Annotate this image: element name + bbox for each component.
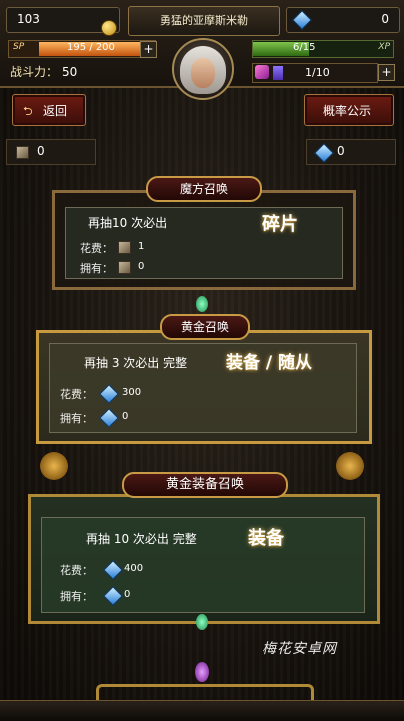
sp-bar: SP 195 / 200: [8, 40, 156, 58]
owned-label: 拥有：: [80, 262, 113, 275]
potion-icon: [255, 65, 269, 79]
gem-icon: [103, 560, 123, 580]
cost-label: 花费：: [80, 242, 113, 255]
card-body: 再抽10 次必出 碎片 花费： 1 拥有： 0: [65, 207, 343, 279]
owned-label: 拥有：: [60, 590, 93, 603]
card-body: 再抽 3 次必出 完整 装备 / 随从 花费： 300 拥有： 0: [49, 343, 357, 433]
potion-bar-fill: [273, 66, 283, 80]
cost-value: 1: [138, 241, 145, 252]
green-gem-ornament-icon: [196, 614, 208, 630]
owned-value: 0: [124, 589, 131, 600]
back-button[interactable]: ⮌ 返回: [12, 94, 86, 126]
owned-value: 0: [138, 261, 145, 272]
cube-icon: [118, 241, 131, 254]
gem-icon: [292, 10, 312, 30]
rates-disclosure-button[interactable]: 概率公示: [304, 94, 394, 126]
gold-equipment-summon-title: 黄金装备召唤: [122, 472, 288, 498]
right-ornament-icon: [336, 452, 364, 480]
sp-add-button[interactable]: +: [140, 41, 157, 58]
cube-icon: [16, 146, 29, 159]
green-gem-ornament-icon: [196, 296, 208, 312]
gem-counter: 0: [286, 7, 400, 33]
guarantee-text: 再抽 3 次必出 完整: [84, 356, 188, 370]
gem-icon: [103, 586, 123, 606]
cube-count: 0: [37, 144, 45, 158]
reward-text: 碎片: [262, 214, 298, 235]
xp-value: 6/15: [293, 42, 316, 53]
purple-gem-ornament-icon: [195, 662, 209, 682]
avatar[interactable]: [172, 38, 234, 100]
owned-label: 拥有：: [60, 412, 93, 425]
sp-tag: SP: [13, 42, 25, 52]
gem-icon: [314, 143, 334, 163]
cube-summon-title: 魔方召唤: [146, 176, 262, 202]
gem-icon: [99, 384, 119, 404]
player-name-plate: 勇猛的亚摩斯米勒: [128, 6, 280, 36]
reward-text: 装备: [248, 528, 284, 549]
potion-bar: 1/10: [252, 63, 378, 83]
combat-power-label: 战斗力：: [10, 65, 59, 79]
watermark: 梅花安卓网: [262, 641, 337, 657]
combat-power-value: 50: [62, 65, 78, 79]
cube-icon: [118, 261, 131, 274]
next-card-frame: [96, 684, 314, 701]
cube-counter: 0: [6, 139, 96, 165]
gold-coin-icon: [102, 21, 116, 35]
combat-power: 战斗力： 50: [10, 63, 77, 80]
potion-add-button[interactable]: +: [378, 64, 395, 81]
gold-equipment-summon-card[interactable]: 再抽 10 次必出 完整 装备 花费： 400 拥有： 0: [28, 494, 380, 624]
cost-label: 花费：: [60, 388, 93, 401]
xp-tag: XP: [378, 42, 390, 52]
gold-summon-title: 黄金召唤: [160, 314, 250, 340]
cost-value: 400: [124, 563, 144, 574]
avatar-face: [191, 58, 215, 88]
gem-value: 0: [381, 12, 389, 26]
player-name: 勇猛的亚摩斯米勒: [160, 14, 248, 27]
sp-value: 195 / 200: [67, 42, 115, 53]
gem-counter-secondary: 0: [306, 139, 396, 165]
card-body: 再抽 10 次必出 完整 装备 花费： 400 拥有： 0: [41, 517, 365, 613]
rates-button-label: 概率公示: [323, 104, 372, 118]
owned-value: 0: [122, 411, 129, 422]
gold-counter: 103: [6, 7, 120, 35]
guarantee-text: 再抽 10 次必出 完整: [86, 532, 197, 546]
bottom-strip: [0, 700, 404, 721]
back-arrow-icon: ⮌: [23, 104, 33, 118]
gem-count: 0: [337, 144, 345, 158]
xp-bar: 6/15 XP: [252, 40, 394, 58]
cube-summon-card[interactable]: 再抽10 次必出 碎片 花费： 1 拥有： 0: [52, 190, 356, 290]
gold-value: 103: [17, 12, 40, 26]
left-ornament-icon: [40, 452, 68, 480]
reward-text: 装备 / 随从: [226, 353, 313, 373]
back-button-label: 返回: [43, 104, 68, 118]
cost-label: 花费：: [60, 564, 93, 577]
potion-value: 1/10: [305, 66, 330, 79]
gem-icon: [99, 408, 119, 428]
top-status-bar: 103 勇猛的亚摩斯米勒 0 SP 195 / 200 + 战斗力： 50 6/1…: [0, 0, 404, 100]
cost-value: 300: [122, 387, 142, 398]
gold-summon-card[interactable]: 再抽 3 次必出 完整 装备 / 随从 花费： 300 拥有： 0: [36, 330, 372, 444]
guarantee-text: 再抽10 次必出: [88, 216, 168, 230]
